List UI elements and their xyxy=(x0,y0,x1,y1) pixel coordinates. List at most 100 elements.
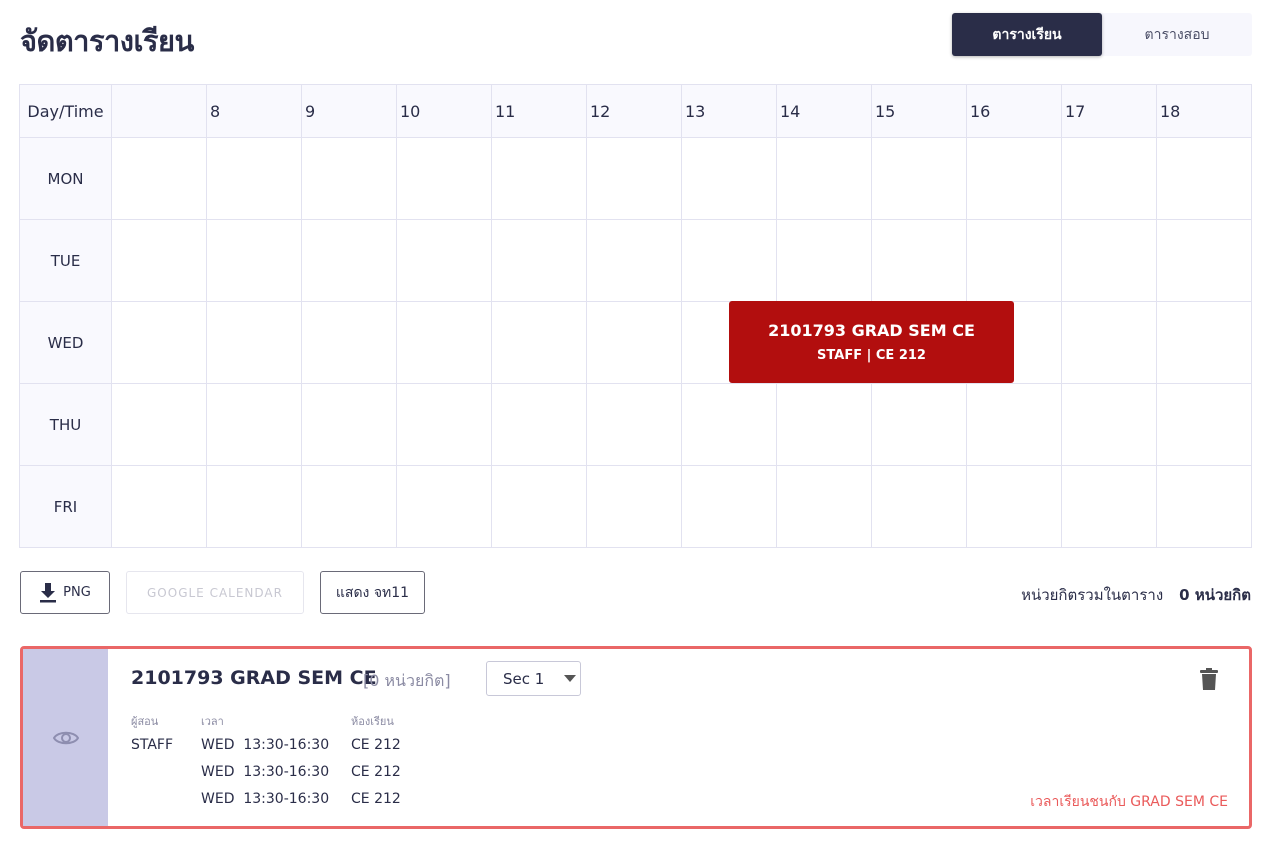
time-slot xyxy=(492,466,587,548)
time-slot xyxy=(207,384,302,466)
hour-header: 11 xyxy=(492,85,587,138)
time-slot xyxy=(587,138,682,220)
time-slot xyxy=(682,466,777,548)
delete-course-button[interactable] xyxy=(1200,668,1218,694)
page-title: จัดตารางเรียน xyxy=(20,24,194,58)
eye-icon xyxy=(52,731,79,744)
credit-summary-label: หน่วยกิตรวมในตาราง xyxy=(1021,586,1164,604)
time-slot xyxy=(1062,138,1157,220)
time-slot xyxy=(112,302,207,384)
time-slot xyxy=(302,384,397,466)
instructor-label: ผู้สอน xyxy=(131,715,159,728)
time-slot xyxy=(397,302,492,384)
time-slot xyxy=(207,220,302,302)
time-slot xyxy=(587,302,682,384)
time-slot xyxy=(207,466,302,548)
time-slot xyxy=(112,138,207,220)
time-slot xyxy=(682,384,777,466)
time-slot xyxy=(397,384,492,466)
time-value: WED 13:30-16:30 xyxy=(201,764,330,780)
day-label: THU xyxy=(20,384,112,466)
time-slot xyxy=(1157,384,1252,466)
credit-summary: หน่วยกิตรวมในตาราง 0 หน่วยกิต xyxy=(1021,583,1251,607)
hour-header: 8 xyxy=(207,85,302,138)
time-slot xyxy=(302,138,397,220)
time-slot xyxy=(682,138,777,220)
time-slot xyxy=(967,220,1062,302)
hour-header: 15 xyxy=(872,85,967,138)
section-value: Sec 1 xyxy=(503,669,545,688)
show-jt11-button[interactable]: แสดง จท11 xyxy=(320,571,425,614)
course-credit: [0 หน่วยกิต] xyxy=(363,671,451,690)
time-slot xyxy=(302,220,397,302)
tab-exam-schedule[interactable]: ตารางสอบ xyxy=(1102,13,1252,56)
hour-header-blank xyxy=(112,85,207,138)
time-slot xyxy=(492,138,587,220)
time-slot xyxy=(1062,466,1157,548)
time-slot xyxy=(397,466,492,548)
time-slot xyxy=(492,220,587,302)
time-slot xyxy=(492,384,587,466)
day-label: MON xyxy=(20,138,112,220)
conflict-warning: เวลาเรียนชนกับ GRAD SEM CE xyxy=(1030,794,1228,810)
download-png-button[interactable]: PNG xyxy=(20,571,110,614)
time-label: เวลา xyxy=(201,715,224,728)
time-slot xyxy=(872,384,967,466)
timetable-corner: Day/Time xyxy=(20,85,112,138)
course-block-title: 2101793 GRAD SEM CE xyxy=(768,321,975,340)
trash-icon xyxy=(1200,668,1218,690)
time-slot xyxy=(777,466,872,548)
day-label: WED xyxy=(20,302,112,384)
time-slot xyxy=(872,220,967,302)
time-value: WED 13:30-16:30 xyxy=(201,737,330,753)
time-slot xyxy=(967,138,1062,220)
time-slot xyxy=(1062,384,1157,466)
time-slot xyxy=(872,466,967,548)
time-slot xyxy=(587,466,682,548)
hour-header: 10 xyxy=(397,85,492,138)
hour-header: 12 xyxy=(587,85,682,138)
time-slot xyxy=(207,302,302,384)
time-slot xyxy=(777,384,872,466)
time-slot xyxy=(1157,138,1252,220)
time-slot xyxy=(1157,302,1252,384)
room-label: ห้องเรียน xyxy=(351,715,394,728)
time-slot xyxy=(1062,302,1157,384)
hour-header: 17 xyxy=(1062,85,1157,138)
hour-header: 9 xyxy=(302,85,397,138)
room-value: CE 212 xyxy=(351,764,401,780)
time-slot xyxy=(682,220,777,302)
time-slot xyxy=(397,220,492,302)
section-select[interactable]: Sec 1 xyxy=(486,661,581,696)
time-slot xyxy=(1062,220,1157,302)
toggle-visibility-button[interactable] xyxy=(23,649,108,826)
time-slot xyxy=(1157,220,1252,302)
day-label: FRI xyxy=(20,466,112,548)
caret-down-icon xyxy=(564,675,577,682)
time-slot xyxy=(1157,466,1252,548)
hour-header: 13 xyxy=(682,85,777,138)
google-calendar-button[interactable]: GOOGLE CALENDAR xyxy=(126,571,304,614)
room-value: CE 212 xyxy=(351,737,401,753)
time-slot xyxy=(587,384,682,466)
timetable-grid: Day/Time 8 9 10 11 12 13 14 15 16 17 18 MON TUE WED THU… xyxy=(19,84,1252,548)
hour-header: 16 xyxy=(967,85,1062,138)
day-label: TUE xyxy=(20,220,112,302)
time-slot xyxy=(302,302,397,384)
time-value: WED 13:30-16:30 xyxy=(201,791,330,807)
room-value: CE 212 xyxy=(351,791,401,807)
course-title: 2101793 GRAD SEM CE xyxy=(131,667,377,689)
time-slot xyxy=(207,138,302,220)
timetable-course-block[interactable]: 2101793 GRAD SEM CE STAFF | CE 212 xyxy=(729,301,1014,383)
credit-summary-value: 0 หน่วยกิต xyxy=(1179,586,1251,604)
time-slot xyxy=(397,138,492,220)
png-label: PNG xyxy=(63,585,91,600)
tab-class-schedule[interactable]: ตารางเรียน xyxy=(952,13,1102,56)
course-block-subtitle: STAFF | CE 212 xyxy=(817,348,926,363)
time-slot xyxy=(872,138,967,220)
download-icon xyxy=(40,582,57,602)
time-slot xyxy=(112,220,207,302)
view-toggle: ตารางเรียน ตารางสอบ xyxy=(952,13,1252,56)
hour-header: 14 xyxy=(777,85,872,138)
time-slot xyxy=(112,384,207,466)
